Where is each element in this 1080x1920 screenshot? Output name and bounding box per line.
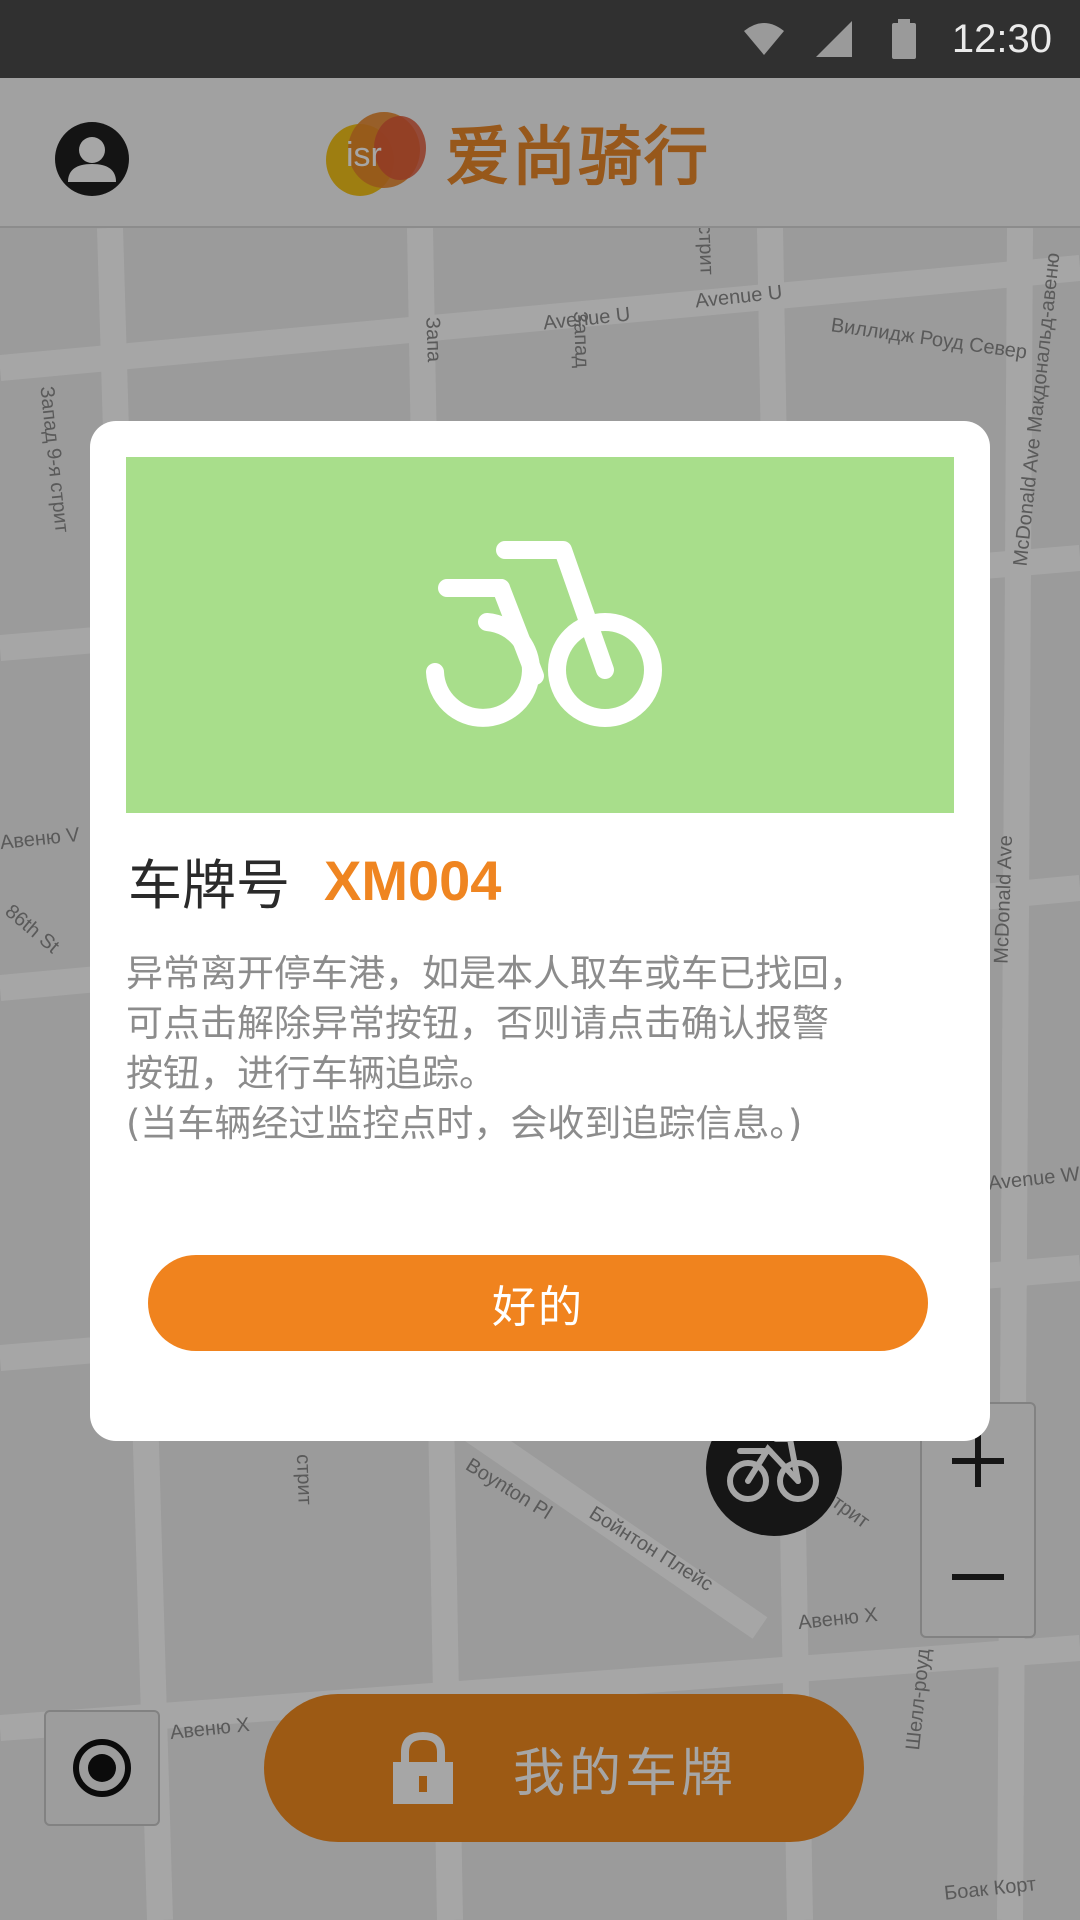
signal-icon — [815, 21, 852, 57]
clock: 12:30 — [951, 16, 1052, 61]
plate-row: 车牌号 XM004 — [128, 841, 501, 920]
wifi-icon — [743, 23, 784, 55]
dialog-message: 异常离开停车港，如是本人取车或车已找回， 可点击解除异常按钮，否则请点击确认报警… — [126, 949, 956, 1149]
dialog-banner — [126, 457, 954, 813]
message-line: (当车辆经过监控点时，会收到追踪信息。) — [126, 1102, 803, 1145]
message-line: 异常离开停车港，如是本人取车或车已找回， — [126, 952, 866, 995]
ok-button[interactable]: 好的 — [148, 1255, 928, 1351]
plate-label: 车牌号 — [128, 854, 290, 917]
status-bar: 12:30 — [0, 0, 1080, 78]
plate-number: XM004 — [324, 849, 502, 912]
alert-dialog: 车牌号 XM004 异常离开停车港，如是本人取车或车已找回， 可点击解除异常按钮… — [90, 421, 990, 1441]
battery-icon — [891, 19, 916, 59]
message-line: 按钮，进行车辆追踪。 — [126, 1052, 496, 1095]
message-line: 可点击解除异常按钮，否则请点击确认报警 — [126, 1002, 829, 1045]
bike-icon — [426, 541, 662, 727]
